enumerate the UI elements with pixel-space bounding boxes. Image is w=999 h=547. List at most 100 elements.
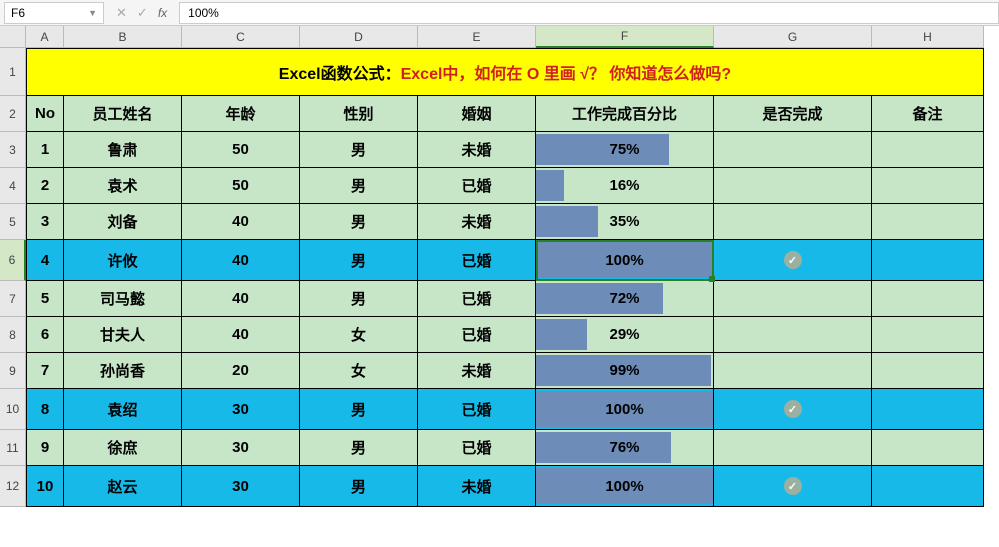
cell-age-5[interactable]: 40	[182, 317, 300, 353]
cell-age-3[interactable]: 40	[182, 240, 300, 281]
cell-marital-7[interactable]: 已婚	[418, 389, 536, 430]
cell-pct-2[interactable]: 35%	[536, 204, 714, 240]
title-cell[interactable]: Excel函数公式：Excel中，如何在 O 里画 √？ 你知道怎么做吗?	[26, 48, 984, 96]
cell-no-2[interactable]: 3	[26, 204, 64, 240]
cell-pct-7[interactable]: 100%	[536, 389, 714, 430]
row-header-12[interactable]: 12	[0, 466, 26, 507]
header-cell-1[interactable]: 员工姓名	[64, 96, 182, 132]
cell-done-7[interactable]: ✓	[714, 389, 872, 430]
cell-age-1[interactable]: 50	[182, 168, 300, 204]
cell-age-9[interactable]: 30	[182, 466, 300, 507]
cancel-icon[interactable]: ✕	[116, 5, 127, 21]
cell-no-7[interactable]: 8	[26, 389, 64, 430]
cell-marital-3[interactable]: 已婚	[418, 240, 536, 281]
cell-remark-9[interactable]	[872, 466, 984, 507]
accept-icon[interactable]: ✓	[137, 5, 148, 21]
cell-remark-0[interactable]	[872, 132, 984, 168]
cell-marital-2[interactable]: 未婚	[418, 204, 536, 240]
cell-done-0[interactable]	[714, 132, 872, 168]
cell-pct-4[interactable]: 72%	[536, 281, 714, 317]
cell-remark-3[interactable]	[872, 240, 984, 281]
cell-done-5[interactable]	[714, 317, 872, 353]
cell-name-2[interactable]: 刘备	[64, 204, 182, 240]
name-box-dropdown-icon[interactable]: ▼	[88, 8, 97, 18]
cell-pct-9[interactable]: 100%	[536, 466, 714, 507]
row-header-6[interactable]: 6	[0, 240, 26, 281]
cell-remark-7[interactable]	[872, 389, 984, 430]
cell-name-3[interactable]: 许攸	[64, 240, 182, 281]
header-cell-7[interactable]: 备注	[872, 96, 984, 132]
cell-gender-5[interactable]: 女	[300, 317, 418, 353]
col-header-C[interactable]: C	[182, 26, 300, 48]
cell-name-6[interactable]: 孙尚香	[64, 353, 182, 389]
cell-age-4[interactable]: 40	[182, 281, 300, 317]
row-header-9[interactable]: 9	[0, 353, 26, 389]
cell-no-6[interactable]: 7	[26, 353, 64, 389]
cell-marital-5[interactable]: 已婚	[418, 317, 536, 353]
cell-gender-9[interactable]: 男	[300, 466, 418, 507]
name-box[interactable]: F6 ▼	[4, 2, 104, 24]
cell-pct-8[interactable]: 76%	[536, 430, 714, 466]
cell-pct-1[interactable]: 16%	[536, 168, 714, 204]
cell-done-8[interactable]	[714, 430, 872, 466]
cell-marital-0[interactable]: 未婚	[418, 132, 536, 168]
cell-pct-3[interactable]: 100%	[536, 240, 714, 281]
header-cell-4[interactable]: 婚姻	[418, 96, 536, 132]
cell-age-0[interactable]: 50	[182, 132, 300, 168]
cell-done-6[interactable]	[714, 353, 872, 389]
cell-pct-0[interactable]: 75%	[536, 132, 714, 168]
cell-age-6[interactable]: 20	[182, 353, 300, 389]
cell-remark-2[interactable]	[872, 204, 984, 240]
cell-marital-1[interactable]: 已婚	[418, 168, 536, 204]
cell-name-0[interactable]: 鲁肃	[64, 132, 182, 168]
cell-gender-3[interactable]: 男	[300, 240, 418, 281]
cell-no-1[interactable]: 2	[26, 168, 64, 204]
row-header-7[interactable]: 7	[0, 281, 26, 317]
row-header-3[interactable]: 3	[0, 132, 26, 168]
cell-gender-2[interactable]: 男	[300, 204, 418, 240]
cell-marital-6[interactable]: 未婚	[418, 353, 536, 389]
cell-age-8[interactable]: 30	[182, 430, 300, 466]
col-header-F[interactable]: F	[536, 26, 714, 48]
header-cell-2[interactable]: 年龄	[182, 96, 300, 132]
cell-done-4[interactable]	[714, 281, 872, 317]
cell-no-0[interactable]: 1	[26, 132, 64, 168]
fx-icon[interactable]: fx	[158, 6, 167, 20]
cell-no-8[interactable]: 9	[26, 430, 64, 466]
cell-gender-7[interactable]: 男	[300, 389, 418, 430]
col-header-A[interactable]: A	[26, 26, 64, 48]
cell-gender-8[interactable]: 男	[300, 430, 418, 466]
cell-done-2[interactable]	[714, 204, 872, 240]
cell-gender-1[interactable]: 男	[300, 168, 418, 204]
header-cell-0[interactable]: No	[26, 96, 64, 132]
cell-gender-4[interactable]: 男	[300, 281, 418, 317]
col-header-G[interactable]: G	[714, 26, 872, 48]
cell-age-2[interactable]: 40	[182, 204, 300, 240]
cell-name-7[interactable]: 袁绍	[64, 389, 182, 430]
row-header-2[interactable]: 2	[0, 96, 26, 132]
cell-marital-9[interactable]: 未婚	[418, 466, 536, 507]
col-header-E[interactable]: E	[418, 26, 536, 48]
col-header-D[interactable]: D	[300, 26, 418, 48]
row-header-10[interactable]: 10	[0, 389, 26, 430]
col-header-B[interactable]: B	[64, 26, 182, 48]
formula-input[interactable]: 100%	[179, 2, 999, 24]
cell-no-3[interactable]: 4	[26, 240, 64, 281]
cell-remark-8[interactable]	[872, 430, 984, 466]
cell-remark-5[interactable]	[872, 317, 984, 353]
cell-name-8[interactable]: 徐庶	[64, 430, 182, 466]
cell-remark-1[interactable]	[872, 168, 984, 204]
header-cell-3[interactable]: 性别	[300, 96, 418, 132]
cell-gender-0[interactable]: 男	[300, 132, 418, 168]
cell-remark-6[interactable]	[872, 353, 984, 389]
cell-name-1[interactable]: 袁术	[64, 168, 182, 204]
row-header-11[interactable]: 11	[0, 430, 26, 466]
cell-marital-8[interactable]: 已婚	[418, 430, 536, 466]
select-all-corner[interactable]	[0, 26, 26, 48]
cell-remark-4[interactable]	[872, 281, 984, 317]
cell-no-4[interactable]: 5	[26, 281, 64, 317]
cell-no-9[interactable]: 10	[26, 466, 64, 507]
cell-done-1[interactable]	[714, 168, 872, 204]
cell-done-9[interactable]: ✓	[714, 466, 872, 507]
row-header-4[interactable]: 4	[0, 168, 26, 204]
